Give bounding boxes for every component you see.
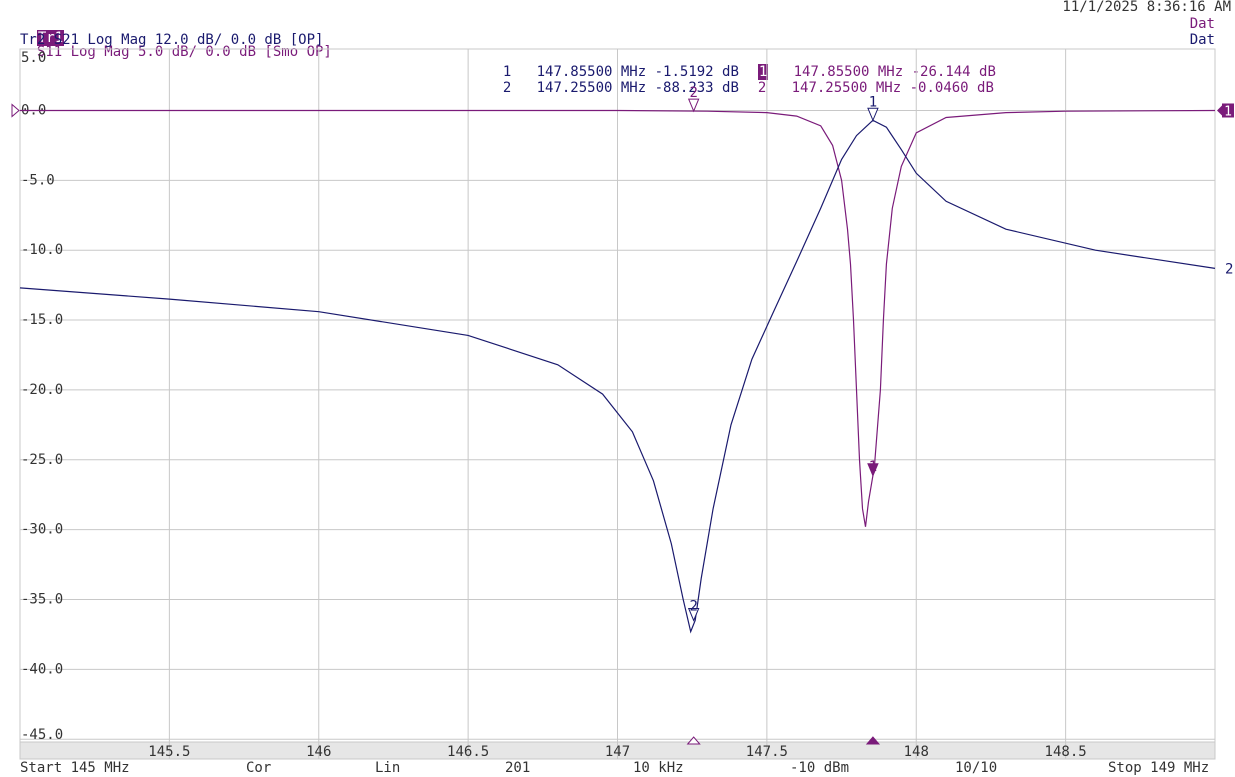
x-tick-label: 146.5 bbox=[447, 744, 489, 760]
chart-markers: 1 2 2 1 1 2 bbox=[11, 85, 1234, 745]
y-tick-label: -20.0 bbox=[21, 382, 63, 398]
source-power[interactable]: -10 dBm bbox=[790, 761, 849, 775]
points-count[interactable]: 201 bbox=[505, 761, 530, 775]
chart-area[interactable]: 5.00.0-5.0-10.0-15.0-20.0-25.0-30.0-35.0… bbox=[0, 0, 1235, 777]
y-tick-label: -40.0 bbox=[21, 661, 63, 677]
y-tick-label: -35.0 bbox=[21, 591, 63, 607]
y-tick-label: -25.0 bbox=[21, 452, 63, 468]
marker-s21-1-label: 1 bbox=[869, 94, 877, 110]
marker-s21-2-label: 2 bbox=[689, 598, 697, 614]
stimulus-marker-1-icon bbox=[865, 736, 881, 745]
if-bandwidth[interactable]: 10 kHz bbox=[633, 761, 684, 775]
x-tick-label: 148 bbox=[904, 744, 929, 760]
y-tick-label: -30.0 bbox=[21, 522, 63, 538]
stimulus-marker-2-icon bbox=[686, 736, 701, 745]
reference-left-arrow-icon bbox=[11, 103, 20, 118]
y-tick-label: 5.0 bbox=[21, 50, 46, 66]
y-tick-label: -15.0 bbox=[21, 312, 63, 328]
trace2-end-label: 2 bbox=[1225, 261, 1233, 277]
x-tick-label: 147.5 bbox=[746, 744, 788, 760]
y-tick-label: -5.0 bbox=[21, 172, 55, 188]
y-tick-label: -45.0 bbox=[21, 727, 63, 743]
correction-status[interactable]: Cor bbox=[246, 761, 271, 775]
y-axis-labels: 5.00.0-5.0-10.0-15.0-20.0-25.0-30.0-35.0… bbox=[21, 50, 63, 743]
trace1-end-label: 1 bbox=[1224, 104, 1232, 119]
x-tick-label: 147 bbox=[605, 744, 630, 760]
y-tick-label: -10.0 bbox=[21, 242, 63, 258]
chart-grid bbox=[19, 48, 1216, 760]
start-frequency[interactable]: Start 145 MHz bbox=[20, 761, 130, 775]
sweep-type[interactable]: Lin bbox=[375, 761, 400, 775]
averaging-count[interactable]: 10/10 bbox=[955, 761, 997, 775]
x-tick-label: 145.5 bbox=[148, 744, 190, 760]
marker-s11-1-label: 1 bbox=[869, 459, 877, 475]
x-tick-label: 146 bbox=[306, 744, 331, 760]
marker-s11-2-label: 2 bbox=[689, 85, 697, 101]
x-tick-label: 148.5 bbox=[1045, 744, 1087, 760]
stop-frequency[interactable]: Stop 149 MHz bbox=[1108, 761, 1209, 775]
